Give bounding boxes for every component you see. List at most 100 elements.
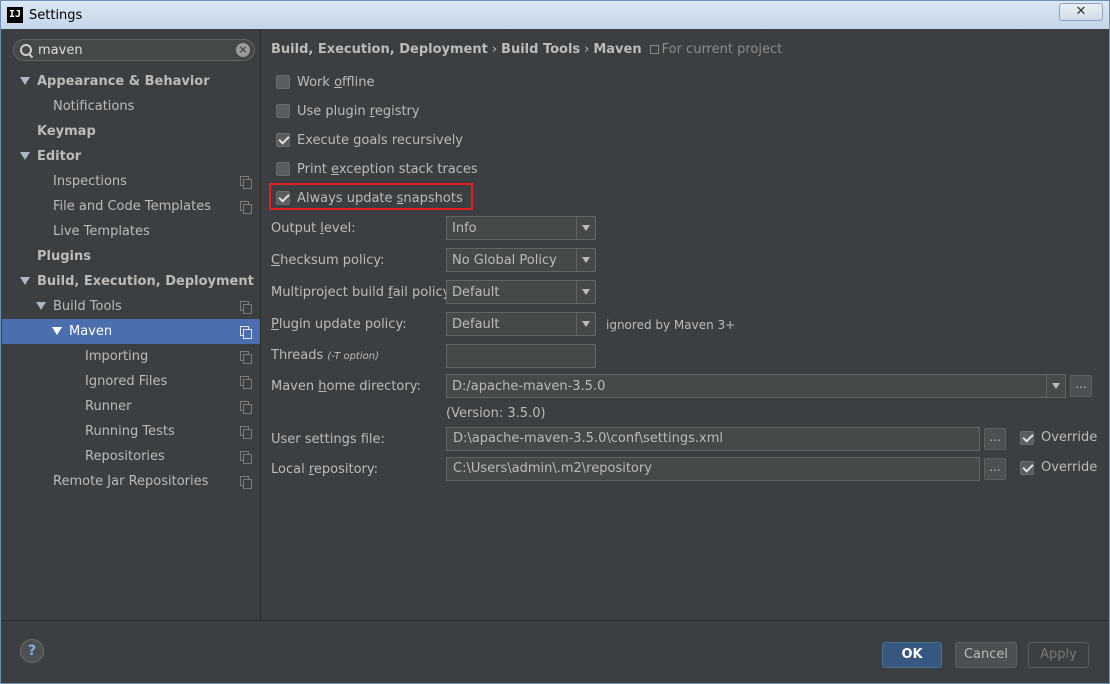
project-scope-icon — [240, 201, 252, 214]
breadcrumb-separator: › — [491, 42, 498, 57]
plugin-update-hint: ignored by Maven 3+ — [606, 318, 736, 332]
checkbox-icon[interactable] — [276, 162, 290, 176]
local-repository-input[interactable]: C:\Users\admin\.m2\repository — [446, 457, 980, 481]
checksum-policy-label: Checksum policy: — [271, 253, 385, 268]
tree-item-label: Repositories — [85, 449, 165, 464]
chevron-down-icon[interactable] — [576, 281, 595, 303]
maven-home-dropdown[interactable]: D:/apache-maven-3.5.0 — [446, 374, 1066, 398]
tree-item[interactable]: Plugins — [2, 244, 260, 269]
output-level-dropdown[interactable]: Info — [446, 216, 596, 240]
cancel-button[interactable]: Cancel — [955, 642, 1017, 668]
checkbox-icon[interactable] — [276, 191, 290, 205]
tree-item[interactable]: Remote Jar Repositories — [2, 469, 260, 494]
maven-home-browse-button[interactable]: ... — [1070, 375, 1092, 397]
checkbox-label: Work offline — [297, 74, 375, 90]
work-offline-checkbox[interactable]: Work offline — [276, 72, 374, 92]
threads-label: Threads (-T option) — [271, 348, 379, 363]
checkbox-icon[interactable] — [276, 104, 290, 118]
project-scope-icon — [240, 176, 252, 189]
breadcrumb-part: Build Tools — [501, 42, 581, 57]
dropdown-value: Info — [452, 220, 477, 236]
chevron-down-icon[interactable] — [576, 249, 595, 271]
multiproject-fail-policy-dropdown[interactable]: Default — [446, 280, 596, 304]
tree-item[interactable]: Appearance & Behavior — [2, 69, 260, 94]
search-input[interactable] — [38, 42, 228, 58]
tree-item[interactable]: Inspections — [2, 169, 260, 194]
checkbox-label: Always update snapshots — [297, 190, 463, 206]
always-update-snapshots-checkbox[interactable]: Always update snapshots — [276, 188, 463, 208]
expand-arrow-icon[interactable] — [52, 327, 62, 335]
expand-arrow-icon[interactable] — [20, 77, 30, 85]
project-scope-icon — [240, 351, 252, 364]
close-icon: ✕ — [1075, 4, 1087, 19]
tree-item-label: Importing — [85, 349, 149, 364]
tree-item-label: Runner — [85, 399, 132, 414]
tree-item[interactable]: Notifications — [2, 94, 260, 119]
tree-item[interactable]: Runner — [2, 394, 260, 419]
tree-item-label: Build Tools — [53, 299, 122, 314]
print-exception-stack-traces-checkbox[interactable]: Print exception stack traces — [276, 159, 478, 179]
local-repository-override-checkbox[interactable]: Override — [1020, 460, 1097, 475]
tree-item[interactable]: Running Tests — [2, 419, 260, 444]
tree-item[interactable]: Build Tools — [2, 294, 260, 319]
local-repository-browse-button[interactable]: ... — [984, 458, 1006, 480]
apply-button[interactable]: Apply — [1028, 642, 1089, 668]
scope-label: For current project — [661, 42, 783, 57]
ok-button[interactable]: OK — [882, 642, 942, 668]
window-title: Settings — [29, 7, 83, 23]
tree-item-label: Build, Execution, Deployment — [37, 274, 254, 289]
expand-arrow-icon[interactable] — [20, 152, 30, 160]
user-settings-input[interactable]: D:\apache-maven-3.5.0\conf\settings.xml — [446, 427, 980, 451]
tree-item-label: Editor — [37, 149, 82, 164]
tree-item-label: Notifications — [53, 99, 135, 114]
plugin-update-policy-dropdown[interactable]: Default — [446, 312, 596, 336]
tree-item[interactable]: Repositories — [2, 444, 260, 469]
checkbox-icon[interactable] — [1020, 460, 1034, 475]
tree-item[interactable]: Live Templates — [2, 219, 260, 244]
maven-version-text: (Version: 3.5.0) — [446, 406, 546, 421]
tree-item[interactable]: Keymap — [2, 119, 260, 144]
checkbox-icon[interactable] — [1020, 430, 1034, 445]
project-scope-icon — [240, 301, 252, 314]
tree-item-label: Keymap — [37, 124, 96, 139]
expand-arrow-icon[interactable] — [20, 277, 30, 285]
expand-arrow-icon[interactable] — [36, 302, 46, 310]
override-label: Override — [1041, 460, 1098, 475]
tree-item-label: Appearance & Behavior — [37, 74, 210, 89]
maven-settings-panel: Build, Execution, Deployment › Build Tools… — [262, 30, 1108, 620]
checksum-policy-dropdown[interactable]: No Global Policy — [446, 248, 596, 272]
chevron-down-icon[interactable] — [576, 313, 595, 335]
clear-search-icon[interactable]: × — [236, 43, 250, 57]
checkbox-icon[interactable] — [276, 75, 290, 89]
tree-item[interactable]: File and Code Templates — [2, 194, 260, 219]
settings-tree: Appearance & Behavior Notifications Keymap… — [2, 69, 260, 494]
local-repository-label: Local repository: — [271, 462, 379, 477]
tree-item[interactable]: Editor — [2, 144, 260, 169]
user-settings-browse-button[interactable]: ... — [984, 428, 1006, 450]
project-scope-icon — [240, 476, 252, 489]
execute-goals-recursively-checkbox[interactable]: Execute goals recursively — [276, 130, 463, 150]
close-window-button[interactable]: ✕ — [1059, 3, 1103, 21]
tree-item[interactable]: Build, Execution, Deployment — [2, 269, 260, 294]
use-plugin-registry-checkbox[interactable]: Use plugin registry — [276, 101, 420, 121]
scope-indicator: For current project — [649, 42, 783, 57]
tree-item-label: Remote Jar Repositories — [53, 474, 209, 489]
checkbox-label: Execute goals recursively — [297, 132, 463, 148]
chevron-down-icon[interactable] — [1046, 375, 1065, 397]
settings-sidebar: × Appearance & Behavior Notifications Keym… — [2, 30, 261, 620]
override-label: Override — [1041, 430, 1098, 445]
dropdown-value: No Global Policy — [452, 252, 557, 268]
checkbox-icon[interactable] — [276, 133, 290, 147]
project-scope-icon — [240, 451, 252, 464]
project-scope-icon — [649, 45, 659, 54]
tree-item[interactable]: Ignored Files — [2, 369, 260, 394]
user-settings-override-checkbox[interactable]: Override — [1020, 430, 1097, 445]
help-button[interactable]: ? — [20, 639, 44, 663]
plugin-update-policy-label: Plugin update policy: — [271, 317, 407, 332]
chevron-down-icon[interactable] — [576, 217, 595, 239]
breadcrumb-part: Maven — [593, 42, 642, 57]
tree-item[interactable]: Importing — [2, 344, 260, 369]
tree-item[interactable]: Maven — [2, 319, 260, 344]
dropdown-value: Default — [452, 284, 500, 300]
threads-input[interactable] — [446, 344, 596, 368]
